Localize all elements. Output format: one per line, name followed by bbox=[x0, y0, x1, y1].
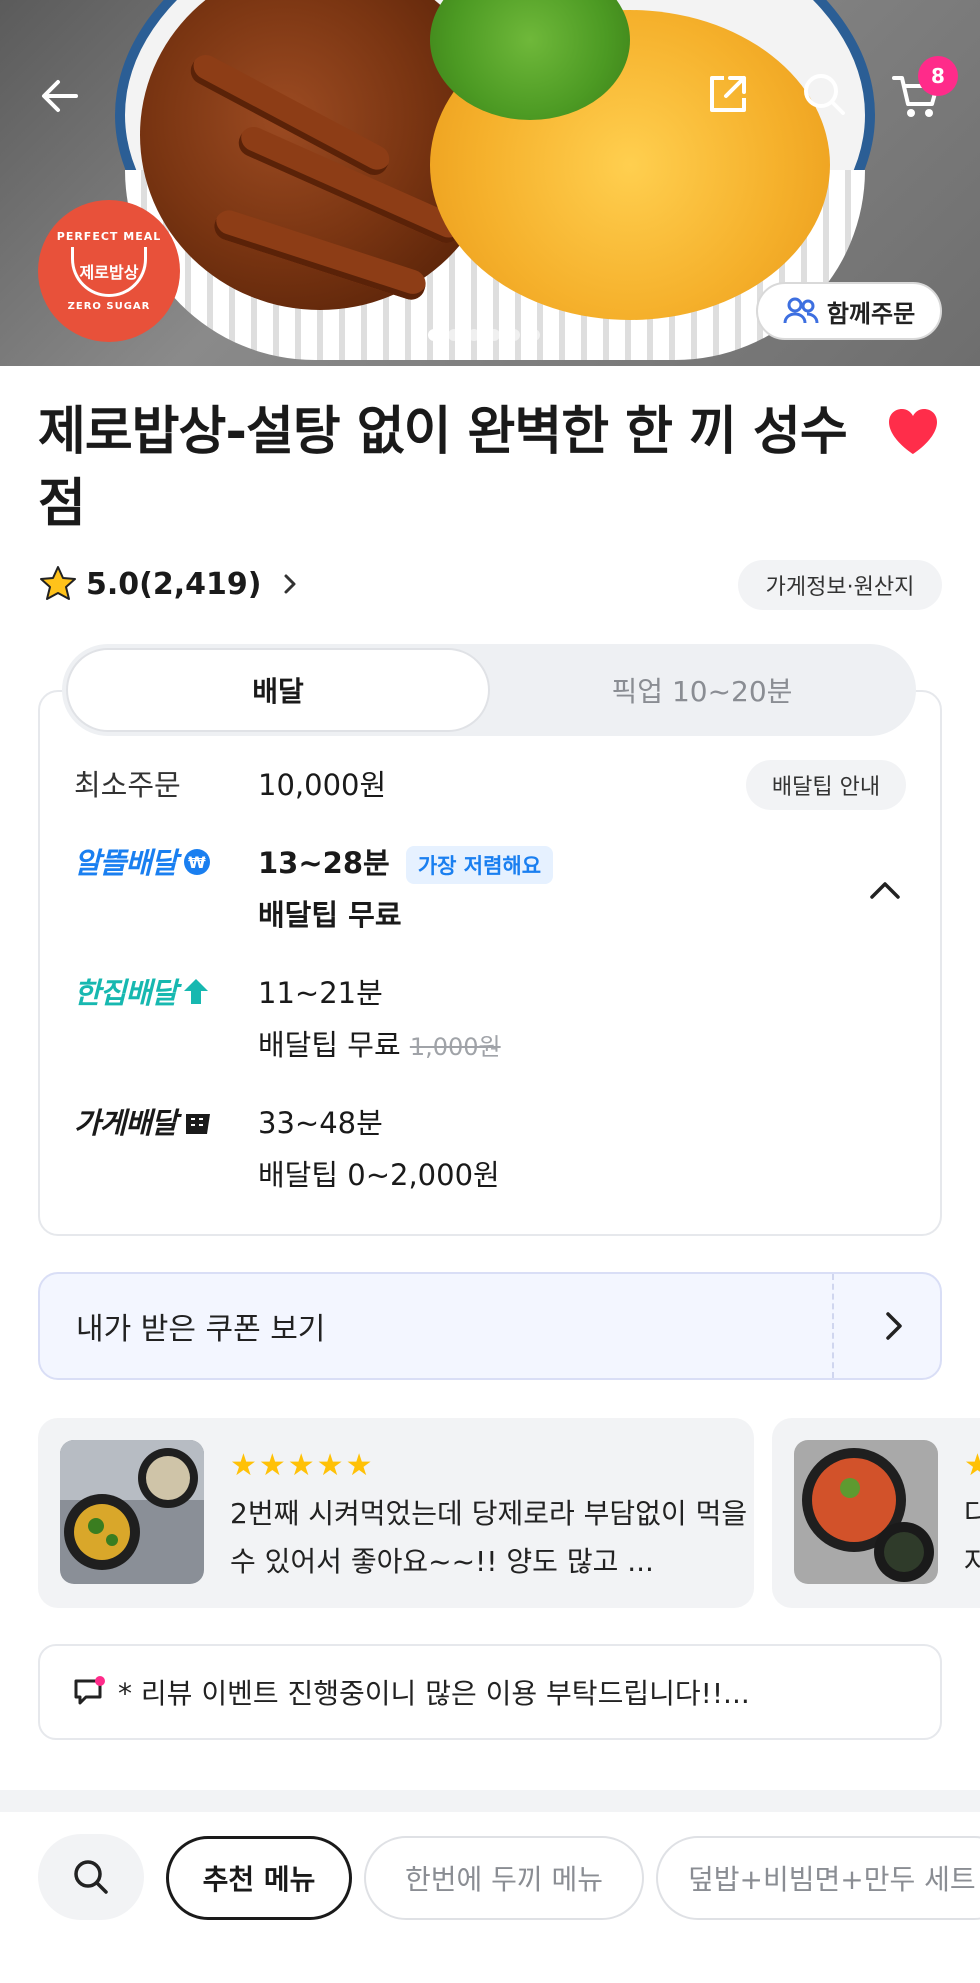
review-photo bbox=[794, 1440, 938, 1584]
review-text: 다 자 bbox=[964, 1497, 980, 1578]
min-order-label: 최소주문 bbox=[74, 768, 181, 802]
menu-tab-two-meals[interactable]: 한번에 두끼 메뉴 bbox=[364, 1836, 644, 1920]
favorite-heart-icon[interactable] bbox=[886, 406, 940, 456]
tab-pickup[interactable]: 픽업 10~20분 bbox=[492, 648, 912, 732]
cheapest-badge: 가장 저렴해요 bbox=[405, 846, 554, 884]
won-coin-icon: ₩ bbox=[183, 849, 210, 875]
store-notice[interactable]: * 리뷰 이벤트 진행중이니 많은 이용 부탁드립니다!!... bbox=[38, 1644, 942, 1740]
min-order-value: 10,000원 bbox=[258, 768, 387, 802]
delivery-time: 13~28분 bbox=[258, 846, 390, 880]
back-arrow-icon[interactable] bbox=[36, 72, 84, 120]
logo-bottom-text: ZERO SUGAR bbox=[67, 301, 151, 312]
store-info-button[interactable]: 가게정보·원산지 bbox=[738, 560, 942, 610]
star-icon bbox=[40, 566, 76, 600]
carousel-dot bbox=[508, 329, 520, 341]
delivery-tip: 배달팁 무료 bbox=[258, 1028, 401, 1062]
delivery-tip-guide-button[interactable]: 배달팁 안내 bbox=[746, 760, 906, 810]
carousel-dot bbox=[428, 329, 440, 341]
group-order-label: 함께주문 bbox=[826, 299, 916, 328]
min-order-row: 최소주문 10,000원 bbox=[74, 762, 386, 804]
search-icon[interactable] bbox=[800, 70, 848, 118]
megaphone-icon bbox=[72, 1675, 106, 1709]
original-tip-price: 1,000원 bbox=[409, 1033, 501, 1061]
home-arrow-icon bbox=[183, 979, 208, 1004]
carousel-indicator bbox=[428, 329, 540, 341]
store-logo: PERFECT MEAL 제로밥상 ZERO SUGAR bbox=[38, 200, 180, 342]
coupon-divider bbox=[832, 1274, 834, 1378]
delivery-option-row[interactable]: 가게배달 33~48분 배달팁 0~2,000원 bbox=[74, 1100, 500, 1192]
store-title: 제로밥상-설탕 없이 완벽한 한 끼 성수점 bbox=[38, 402, 848, 534]
review-text: 2번째 시켜먹었는데 당제로라 부담없이 먹을 수 있어서 좋아요~~!! 양도… bbox=[230, 1497, 748, 1578]
logo-bowl-mark: 제로밥상 bbox=[71, 247, 147, 297]
coupon-banner[interactable]: 내가 받은 쿠폰 보기 bbox=[38, 1272, 942, 1380]
delivery-tip: 배달팁 0~2,000원 bbox=[258, 1158, 500, 1192]
review-photo bbox=[60, 1440, 204, 1584]
coupon-label: 내가 받은 쿠폰 보기 bbox=[76, 1312, 326, 1347]
store-bag-icon bbox=[185, 1114, 210, 1134]
tab-delivery[interactable]: 배달 bbox=[66, 648, 490, 732]
carousel-dot bbox=[448, 329, 460, 341]
review-stars: ★★★★★ bbox=[230, 1448, 375, 1483]
chevron-right-icon bbox=[284, 574, 296, 594]
menu-tab-recommended[interactable]: 추천 메뉴 bbox=[166, 1836, 352, 1920]
menu-tab-set[interactable]: 덮밥+비빔면+만두 세트 bbox=[656, 1836, 980, 1920]
share-icon[interactable] bbox=[706, 72, 750, 116]
rating-row[interactable]: 5.0(2,419) bbox=[38, 560, 301, 608]
hero-image[interactable]: 8 PERFECT MEAL 제로밥상 ZERO SUGAR 함께주문 bbox=[0, 0, 980, 366]
delivery-time: 33~48분 bbox=[258, 1106, 383, 1140]
chevron-right-icon bbox=[886, 1312, 902, 1340]
review-card[interactable]: ★★★★★ 2번째 시켜먹었는데 당제로라 부담없이 먹을 수 있어서 좋아요~… bbox=[38, 1418, 754, 1608]
delivery-tip: 배달팁 무료 bbox=[258, 898, 402, 932]
svg-text:₩: ₩ bbox=[188, 853, 206, 872]
delivery-option-row[interactable]: 알뜰배달 ₩ 13~28분 가장 저렴해요 배달팁 무료 bbox=[74, 840, 554, 932]
carousel-dot bbox=[528, 329, 540, 341]
group-order-button[interactable]: 함께주문 bbox=[756, 282, 942, 340]
search-icon bbox=[74, 1860, 108, 1894]
order-mode-tabs: 배달 픽업 10~20분 bbox=[62, 644, 916, 736]
delivery-option-row[interactable]: 한집배달 11~21분 배달팁 무료 1,000원 bbox=[74, 970, 501, 1062]
delivery-time: 11~21분 bbox=[258, 976, 383, 1010]
chevron-up-icon[interactable] bbox=[866, 872, 904, 910]
carousel-dot bbox=[488, 329, 500, 341]
section-divider bbox=[0, 1790, 980, 1812]
brand-gage-label: 가게배달 bbox=[74, 1106, 178, 1140]
carousel-dot bbox=[468, 329, 480, 341]
cart-count-badge: 8 bbox=[918, 56, 958, 96]
logo-top-text: PERFECT MEAL bbox=[56, 230, 162, 243]
brand-allddeul-label: 알뜰배달 bbox=[74, 846, 178, 880]
rating-value: 5.0(2,419) bbox=[86, 566, 262, 602]
brand-hanjip-label: 한집배달 bbox=[74, 976, 178, 1010]
notice-text: * 리뷰 이벤트 진행중이니 많은 이용 부탁드립니다!!... bbox=[118, 1677, 750, 1710]
menu-search-button[interactable] bbox=[38, 1834, 144, 1920]
people-icon bbox=[783, 297, 819, 324]
review-stars: ★ bbox=[964, 1448, 980, 1483]
logo-name: 제로밥상 bbox=[79, 262, 139, 282]
review-card[interactable]: ★ 다 자 bbox=[772, 1418, 980, 1608]
